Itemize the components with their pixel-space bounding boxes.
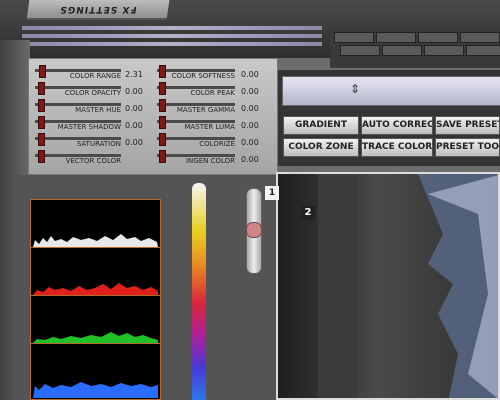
key[interactable] <box>424 45 464 56</box>
key[interactable] <box>460 32 500 43</box>
fx-settings-tab[interactable]: FX SETTINGS <box>26 0 170 20</box>
key[interactable] <box>340 45 380 56</box>
right-slider-knob[interactable] <box>159 65 167 78</box>
color-zone-button[interactable]: COLOR ZONE <box>283 138 359 157</box>
right-slider-label: COLOR PEAK <box>190 89 235 97</box>
right-slider-label: INGEN COLOR <box>185 157 235 165</box>
trace-color-button[interactable]: TRACE COLOR <box>361 138 433 157</box>
right-slider-value: 0.00 <box>241 70 259 79</box>
histogram-scope <box>30 199 161 400</box>
viewer-marker-2[interactable]: 2 <box>301 206 315 220</box>
histogram-luma <box>31 200 160 248</box>
gradient-button[interactable]: GRADIENT <box>283 116 359 135</box>
right-slider-label: MASTER GAMMA <box>176 106 235 114</box>
right-slider-knob[interactable] <box>159 82 167 95</box>
fx-settings-tab-label: FX SETTINGS <box>58 4 138 14</box>
key[interactable] <box>418 32 458 43</box>
color-spectrum-bar[interactable] <box>192 183 206 400</box>
right-slider-value: 0.00 <box>241 138 259 147</box>
fx-settings-panel: COLOR RANGE 2.31 COLOR OPACITY 0.00 MASTER H… <box>28 58 278 175</box>
key[interactable] <box>382 45 422 56</box>
track-strip-1 <box>22 26 322 30</box>
track-strip-3 <box>22 42 322 46</box>
keyboard-panel <box>330 28 500 68</box>
right-slider-row: COLOR SOFTNESS 0.00 <box>29 65 279 81</box>
key[interactable] <box>334 32 374 43</box>
right-slider-value: 0.00 <box>241 155 259 164</box>
right-slider-label: MASTER LUMA <box>184 123 235 131</box>
right-slider-row: MASTER LUMA 0.00 <box>29 116 279 132</box>
histogram-blue <box>31 344 160 399</box>
right-slider-label: COLORIZE <box>199 140 235 148</box>
key[interactable] <box>376 32 416 43</box>
key[interactable] <box>466 45 500 56</box>
right-slider-row: MASTER GAMMA 0.00 <box>29 99 279 115</box>
save-preset-button[interactable]: SAVE PRESET <box>435 116 500 135</box>
preset-tool-button[interactable]: PRESET TOOL <box>435 138 500 157</box>
viewer-marker-1[interactable]: 1 <box>265 186 279 200</box>
vertical-slider-handle[interactable] <box>246 222 262 238</box>
right-slider-knob[interactable] <box>159 116 167 129</box>
right-slider-value: 0.00 <box>241 87 259 96</box>
histogram-green <box>31 296 160 344</box>
track-strip-2 <box>22 34 322 38</box>
timeline-scrubber[interactable] <box>282 76 500 106</box>
auto-correct-button[interactable]: AUTO CORRECT <box>361 116 433 135</box>
right-slider-label: COLOR SOFTNESS <box>171 72 235 80</box>
right-slider-knob[interactable] <box>159 150 167 163</box>
right-slider-knob[interactable] <box>159 99 167 112</box>
histogram-red <box>31 248 160 296</box>
playhead-icon[interactable]: ⇕ <box>350 82 360 96</box>
right-slider-value: 0.00 <box>241 121 259 130</box>
right-slider-row: COLOR PEAK 0.00 <box>29 82 279 98</box>
right-slider-row: INGEN COLOR 0.00 <box>29 150 279 166</box>
right-slider-value: 0.00 <box>241 104 259 113</box>
right-slider-knob[interactable] <box>159 133 167 146</box>
right-slider-row: COLORIZE 0.00 <box>29 133 279 149</box>
